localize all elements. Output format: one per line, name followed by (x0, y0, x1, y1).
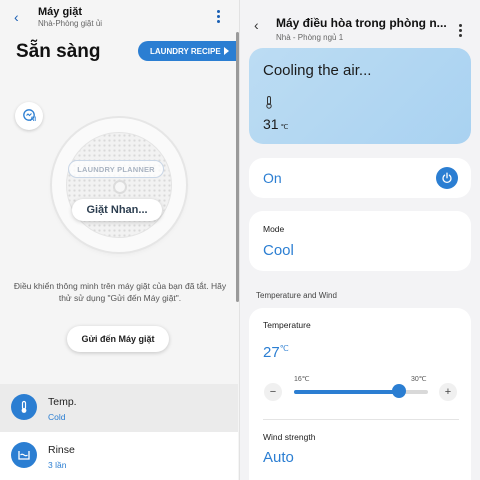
ai-badge-label: AI (30, 117, 36, 123)
power-icon (442, 172, 452, 184)
smart-control-notice: Điều khiển thông minh trên máy giặt của … (13, 281, 227, 303)
ac-panel: ‹ Máy điều hòa trong phòng n... Nhà - Ph… (240, 0, 480, 480)
power-card[interactable]: On (249, 158, 471, 198)
mode-value: Cool (263, 242, 294, 259)
thermometer-icon (11, 394, 37, 420)
target-temperature: 27℃ (263, 344, 289, 361)
more-options-icon[interactable] (458, 24, 462, 37)
option-label: Temp. (48, 396, 77, 408)
washer-panel: ‹ Máy giặt Nhà-Phòng giặt ủi Sẵn sàng LA… (0, 0, 240, 480)
temperature-slider-fill (294, 390, 400, 394)
more-options-icon[interactable] (216, 10, 220, 23)
option-value: Cold (48, 412, 66, 422)
ac-subtitle: Nhà - Phòng ngủ 1 (276, 33, 344, 42)
option-label: Rinse (48, 444, 75, 456)
laundry-recipe-button[interactable]: LAUNDRY RECIPE (138, 41, 238, 61)
wind-strength-label: Wind strength (263, 432, 316, 442)
temperature-wind-card: Temperature 27℃ − 16℃ 30℃ + Wind strengt… (249, 308, 471, 480)
send-to-washer-button[interactable]: Gửi đến Máy giặt (67, 326, 169, 352)
temperature-label: Temperature (263, 320, 311, 330)
current-temp-value: 31 (263, 116, 279, 132)
option-rinse[interactable]: Rinse 3 lần (0, 432, 238, 480)
mode-label: Mode (263, 224, 285, 234)
ac-status-card: Cooling the air... 31 ℃ (249, 48, 471, 144)
ac-status-text: Cooling the air... (263, 62, 372, 79)
power-button[interactable] (436, 167, 458, 189)
current-temperature: 31 ℃ (263, 116, 288, 132)
scrollbar[interactable] (236, 32, 239, 302)
temp-max-label: 30℃ (411, 376, 427, 383)
temperature-slider-track[interactable] (294, 390, 428, 394)
thermometer-icon (266, 96, 272, 109)
washer-title: Máy giặt (38, 6, 83, 18)
mode-card[interactable]: Mode Cool (249, 211, 471, 271)
washer-header: ‹ Máy giặt Nhà-Phòng giặt ủi (0, 4, 240, 32)
power-state-label: On (263, 170, 282, 186)
divider (263, 419, 459, 420)
increase-temp-button[interactable]: + (439, 383, 457, 401)
drum-hub (113, 180, 127, 194)
target-temp-value: 27 (263, 344, 280, 361)
washer-status: Sẵn sàng (16, 41, 101, 62)
back-arrow-icon[interactable]: ‹ (14, 10, 19, 24)
ai-assist-button[interactable]: AI (15, 102, 43, 130)
option-value: 3 lần (48, 460, 67, 470)
washer-subtitle: Nhà-Phòng giặt ủi (38, 19, 103, 28)
section-title: Temperature and Wind (256, 291, 337, 300)
target-temp-unit: ℃ (279, 344, 289, 353)
laundry-planner-button[interactable]: LAUNDRY PLANNER (68, 160, 164, 178)
play-arrow-icon (224, 47, 229, 55)
program-selector[interactable]: Giặt Nhan... (72, 199, 162, 221)
ac-title: Máy điều hòa trong phòng n... (276, 16, 447, 30)
decrease-temp-button[interactable]: − (264, 383, 282, 401)
laundry-recipe-label: LAUNDRY RECIPE (150, 46, 221, 56)
current-temp-unit: ℃ (280, 124, 289, 131)
wind-strength-value[interactable]: Auto (263, 449, 294, 466)
rinse-icon (11, 442, 37, 468)
temp-min-label: 16℃ (294, 376, 310, 383)
temperature-slider-thumb[interactable] (392, 384, 407, 398)
back-arrow-icon[interactable]: ‹ (254, 18, 259, 32)
option-temp[interactable]: Temp. Cold (0, 384, 238, 432)
